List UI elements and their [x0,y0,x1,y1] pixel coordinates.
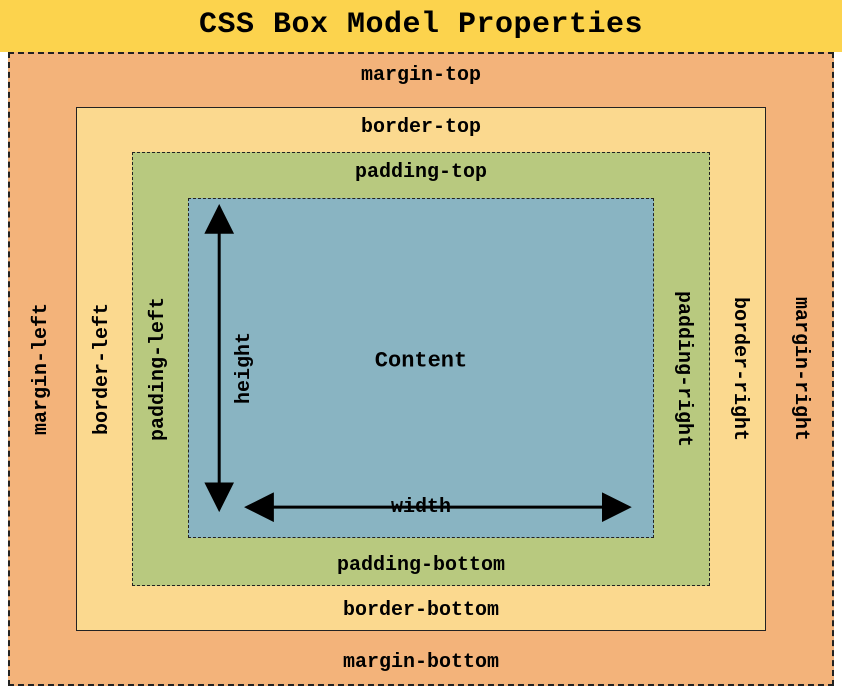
margin-left-label: margin-left [30,303,53,435]
border-left-label: border-left [91,303,114,435]
margin-bottom-label: margin-bottom [343,651,499,674]
padding-right-label: padding-right [672,291,695,447]
padding-left-label: padding-left [147,297,170,441]
padding-top-label: padding-top [355,161,487,184]
box-model-diagram: CSS Box Model Properties margin-top marg… [0,0,842,694]
border-top-label: border-top [361,116,481,139]
margin-right-label: margin-right [789,297,812,441]
padding-bottom-label: padding-bottom [337,554,505,577]
content-label: Content [375,349,467,374]
width-label: width [391,496,451,519]
border-bottom-label: border-bottom [343,599,499,622]
diagram-title: CSS Box Model Properties [0,0,842,52]
height-label: height [233,332,256,404]
margin-top-label: margin-top [361,64,481,87]
border-right-label: border-right [728,297,751,441]
content-layer: Content height width [188,198,654,538]
